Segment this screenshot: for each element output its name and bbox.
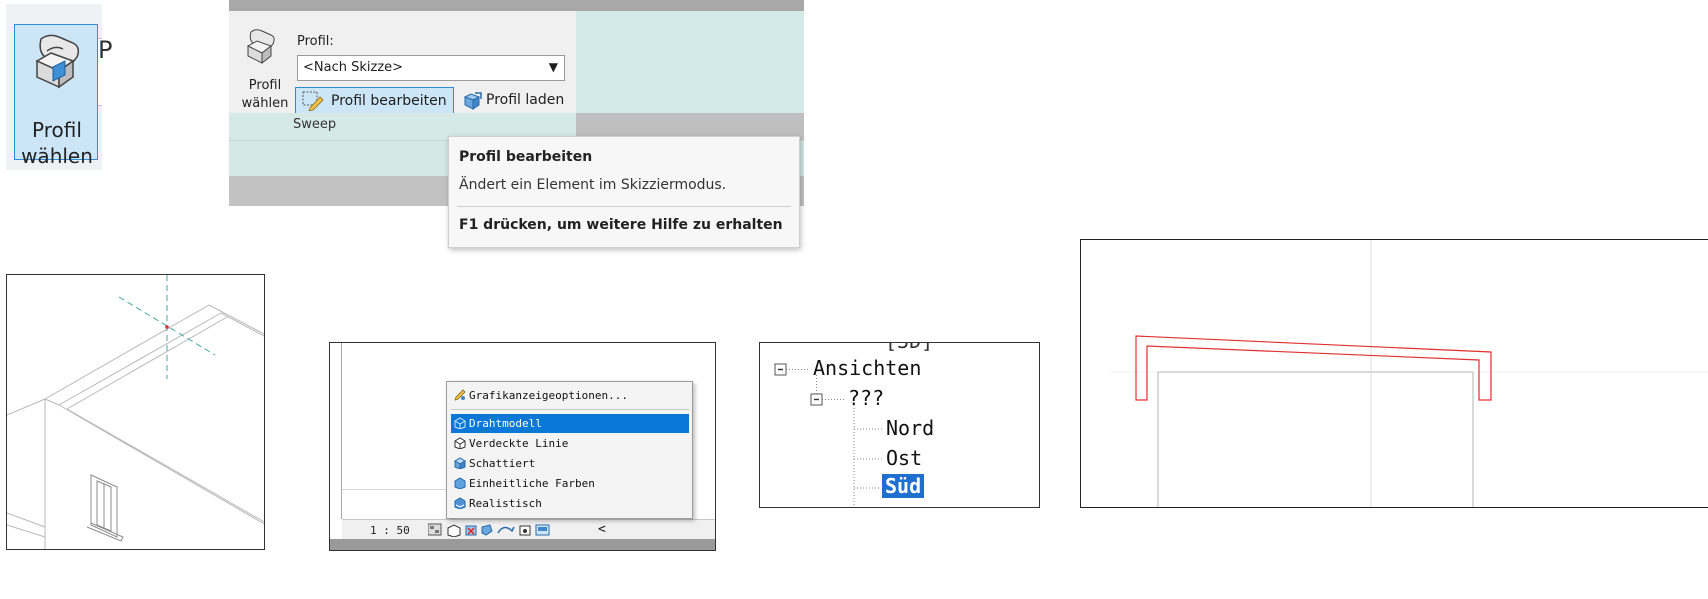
edit-profile-label: Profil bearbeiten [331,93,447,109]
label-line-2: wählen [241,96,289,111]
more-controls-indicator[interactable]: < [598,522,606,537]
view-border-line [341,343,342,519]
menu-item-label: Drahtmodell [469,417,542,430]
view-control-icons [428,523,550,537]
chevron-down-icon: ▼ [548,60,558,74]
label-line-1: Profil [32,118,82,142]
pencil-settings-icon [454,389,466,401]
load-profile-button[interactable]: Profil laden [458,87,573,115]
select-profile-button-large[interactable]: Profil wählen [14,24,98,168]
ribbon-button-crop: P Profil wählen [6,4,112,170]
menu-item-consistent-colors[interactable]: Einheitliche Farben [451,474,689,493]
view-edge-line [342,489,446,490]
hidden-line-icon [454,437,466,449]
visual-style-menu: Grafikanzeigeoptionen... Drahtmodell Ver… [446,381,693,519]
menu-item-label: Realistisch [469,497,542,510]
tooltip-help-hint: F1 drücken, um weitere Hilfe zu erhalten [459,217,783,233]
menu-item-shaded[interactable]: Schattiert [451,454,689,473]
ribbon-top-bar [229,0,804,11]
ribbon-group-body: Profil wählen Profil: <Nach Skizze> ▼ Pr… [229,11,576,115]
tooltip-description: Ändert ein Element im Skizziermodus. [459,177,727,193]
view-control-crop: 1 : 50 < Grafikanzeigeoptionen... Drahtm… [329,342,716,551]
edit-profile-tooltip: Profil bearbeiten Ändert ein Element im … [448,136,800,248]
tree-item-view-group[interactable]: ??? [848,386,884,410]
label-line-2: wählen [21,144,93,168]
tooltip-title: Profil bearbeiten [459,149,593,165]
profile-label: Profil: [297,34,334,49]
3d-view-canvas[interactable] [6,274,265,550]
elevation-view-canvas[interactable] [1080,239,1708,508]
tree-item-south[interactable]: Süd [882,474,925,498]
menu-item-realistic[interactable]: Realistisch [451,494,689,513]
shaded-icon [454,457,466,469]
tree-item-views[interactable]: Ansichten [813,356,921,380]
menu-item-label: Grafikanzeigeoptionen... [469,389,628,402]
menu-item-label: Schattiert [469,457,536,470]
reference-point-marker [165,325,169,329]
menu-item-graphic-display-options[interactable]: Grafikanzeigeoptionen... [451,386,689,405]
wireframe-icon [454,417,466,429]
tooltip-divider [457,206,791,207]
load-profile-label: Profil laden [486,92,565,108]
realistic-icon [454,497,466,509]
cut-off-label: P [98,36,113,64]
profile-select[interactable]: <Nach Skizze> ▼ [297,55,565,81]
view-scale[interactable]: 1 : 50 [370,524,410,537]
menu-item-wireframe[interactable]: Drahtmodell [451,414,689,433]
elevation-sketch-drawing [1111,240,1708,507]
profile-select-value: <Nach Skizze> [303,60,404,75]
sweep-group-label: Sweep [293,117,337,132]
consistent-colors-icon [454,477,466,489]
ribbon-empty-area [576,11,804,113]
tree-item-north[interactable]: Nord [886,416,934,440]
pencil-edit-icon [302,91,324,111]
load-profile-icon [463,92,482,110]
label-line-1: Profil [248,78,282,93]
window-bottom-edge [330,539,715,550]
menu-item-hidden-line[interactable]: Verdeckte Linie [451,434,689,453]
select-profile-label: Profil wählen [15,117,99,169]
menu-item-label: Einheitliche Farben [469,477,595,490]
tree-item-east[interactable]: Ost [886,446,922,470]
profile-sweep-icon [246,29,275,65]
menu-divider [451,409,689,410]
profile-sweep-icon [35,34,80,89]
profile-sketch-outline [1135,335,1492,401]
select-profile-button[interactable]: Profil wählen [237,77,293,113]
isometric-wall-drawing [7,275,264,549]
menu-item-label: Verdeckte Linie [469,437,569,450]
view-control-bar: 1 : 50 < [342,519,715,539]
edit-profile-button[interactable]: Profil bearbeiten [295,87,454,115]
project-browser-tree: [3D] Ansichten ??? Nord Ost Süd [759,342,1040,508]
